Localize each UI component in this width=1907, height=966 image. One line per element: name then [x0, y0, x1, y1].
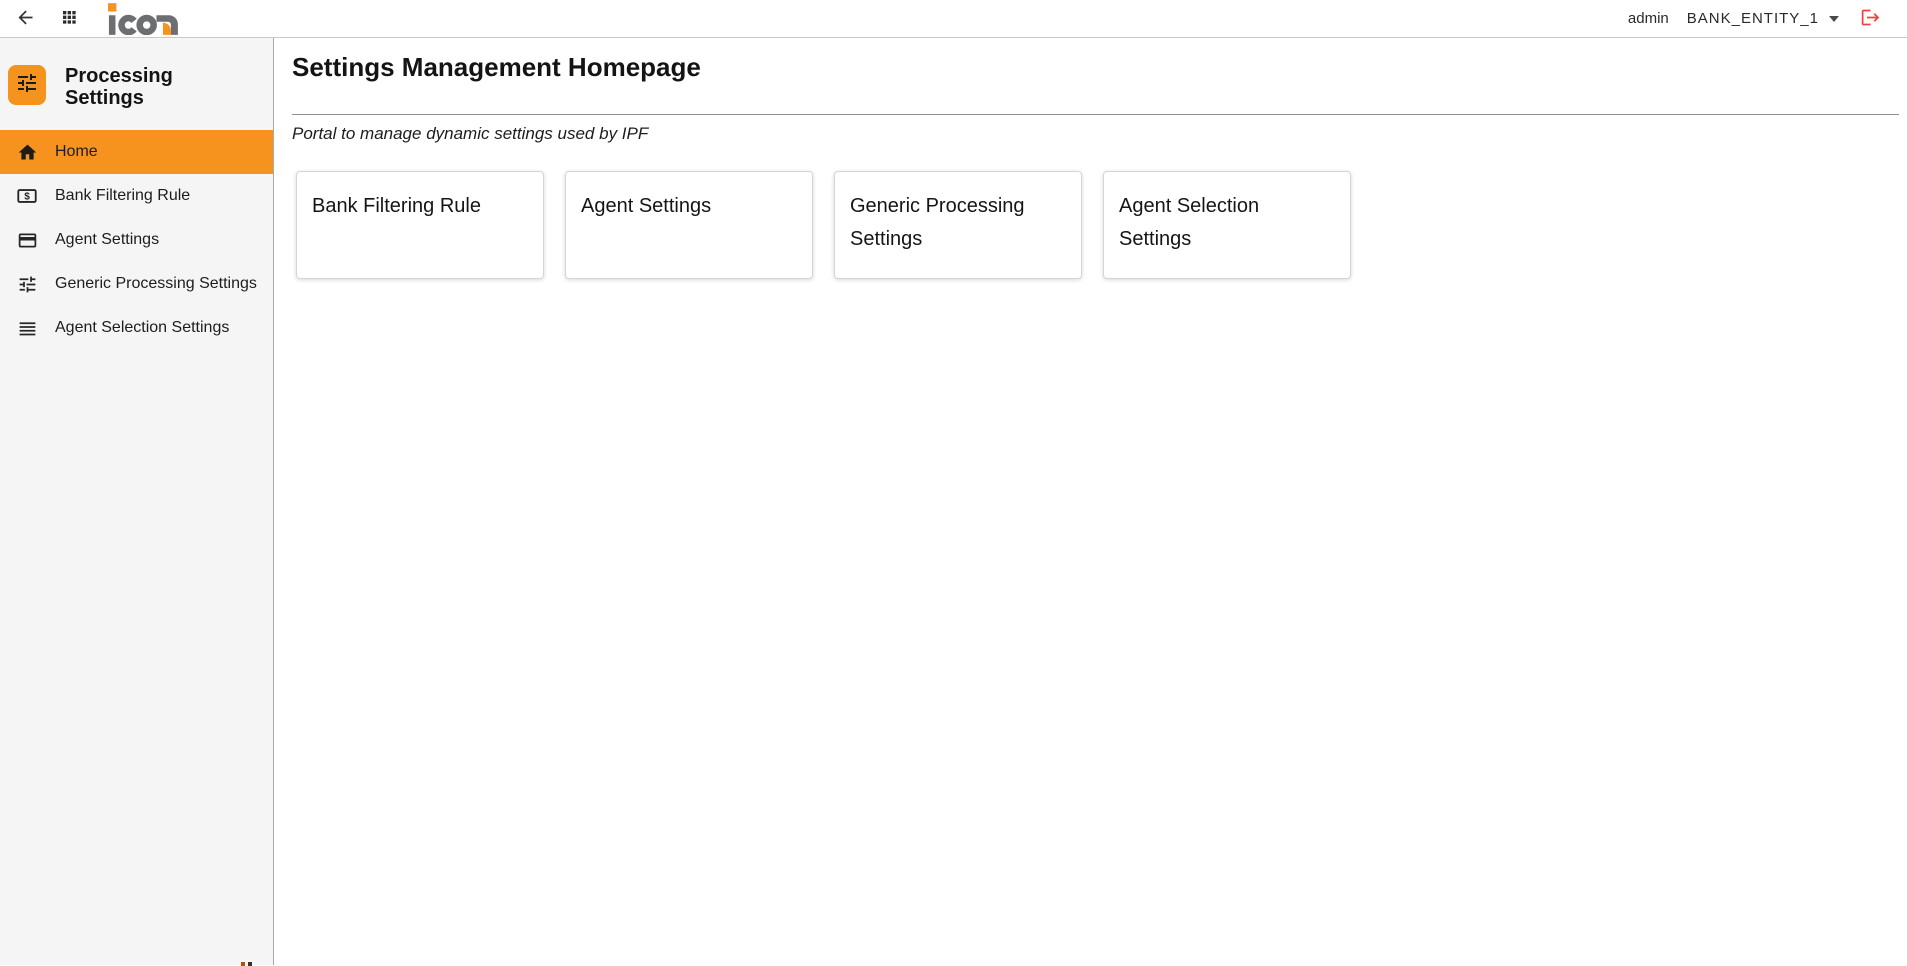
sidebar-item-label: Agent Selection Settings [55, 319, 229, 337]
sidebar: Processing Settings Home $ Bank Filterin… [0, 38, 274, 965]
sidebar-title: Processing Settings [65, 65, 215, 109]
main-content: Settings Management Homepage Portal to m… [274, 38, 1907, 965]
user-name: admin [1628, 10, 1669, 27]
settings-cards-row: Bank Filtering Rule Agent Settings Gener… [296, 171, 1907, 279]
sidebar-item-label: Home [55, 143, 98, 161]
card-label: Agent Settings [581, 190, 797, 223]
tune-icon [15, 272, 39, 296]
title-divider [292, 114, 1899, 115]
logout-icon [1860, 7, 1881, 31]
apps-menu-button[interactable] [54, 4, 84, 34]
page-title: Settings Management Homepage [292, 38, 1907, 83]
logout-button[interactable] [1857, 6, 1883, 32]
card-label: Generic Processing Settings [850, 190, 1066, 256]
home-icon [15, 140, 39, 164]
money-icon: $ [15, 184, 39, 208]
apps-grid-icon [61, 9, 77, 28]
tune-icon [15, 71, 39, 100]
chevron-down-icon [1829, 16, 1839, 22]
sidebar-overflow-dots [241, 961, 253, 966]
card-bank-filtering-rule[interactable]: Bank Filtering Rule [296, 171, 544, 279]
back-button[interactable] [10, 4, 40, 34]
sidebar-item-home[interactable]: Home [0, 130, 273, 174]
sidebar-item-label: Bank Filtering Rule [55, 187, 190, 205]
card-label: Agent Selection Settings [1119, 190, 1335, 256]
top-bar: admin BANK_ENTITY_1 [0, 0, 1907, 38]
sidebar-item-agent-settings[interactable]: Agent Settings [0, 218, 273, 262]
sidebar-item-label: Agent Settings [55, 231, 159, 249]
reorder-icon [15, 316, 39, 340]
svg-text:$: $ [24, 191, 30, 202]
credit-card-icon [15, 228, 39, 252]
entity-dropdown-value: BANK_ENTITY_1 [1687, 10, 1819, 27]
card-label: Bank Filtering Rule [312, 190, 528, 223]
card-generic-processing-settings[interactable]: Generic Processing Settings [834, 171, 1082, 279]
processing-settings-badge [8, 65, 46, 105]
page-subtitle: Portal to manage dynamic settings used b… [292, 124, 1907, 144]
icon-logo [108, 3, 190, 35]
sidebar-item-bank-filtering-rule[interactable]: $ Bank Filtering Rule [0, 174, 273, 218]
sidebar-item-agent-selection-settings[interactable]: Agent Selection Settings [0, 306, 273, 350]
back-arrow-icon [15, 7, 36, 31]
sidebar-header: Processing Settings [0, 38, 273, 130]
sidebar-item-generic-processing-settings[interactable]: Generic Processing Settings [0, 262, 273, 306]
entity-dropdown[interactable]: BANK_ENTITY_1 [1687, 10, 1857, 27]
card-agent-selection-settings[interactable]: Agent Selection Settings [1103, 171, 1351, 279]
card-agent-settings[interactable]: Agent Settings [565, 171, 813, 279]
sidebar-item-label: Generic Processing Settings [55, 275, 257, 293]
topbar-right-group: admin BANK_ENTITY_1 [1628, 6, 1883, 32]
